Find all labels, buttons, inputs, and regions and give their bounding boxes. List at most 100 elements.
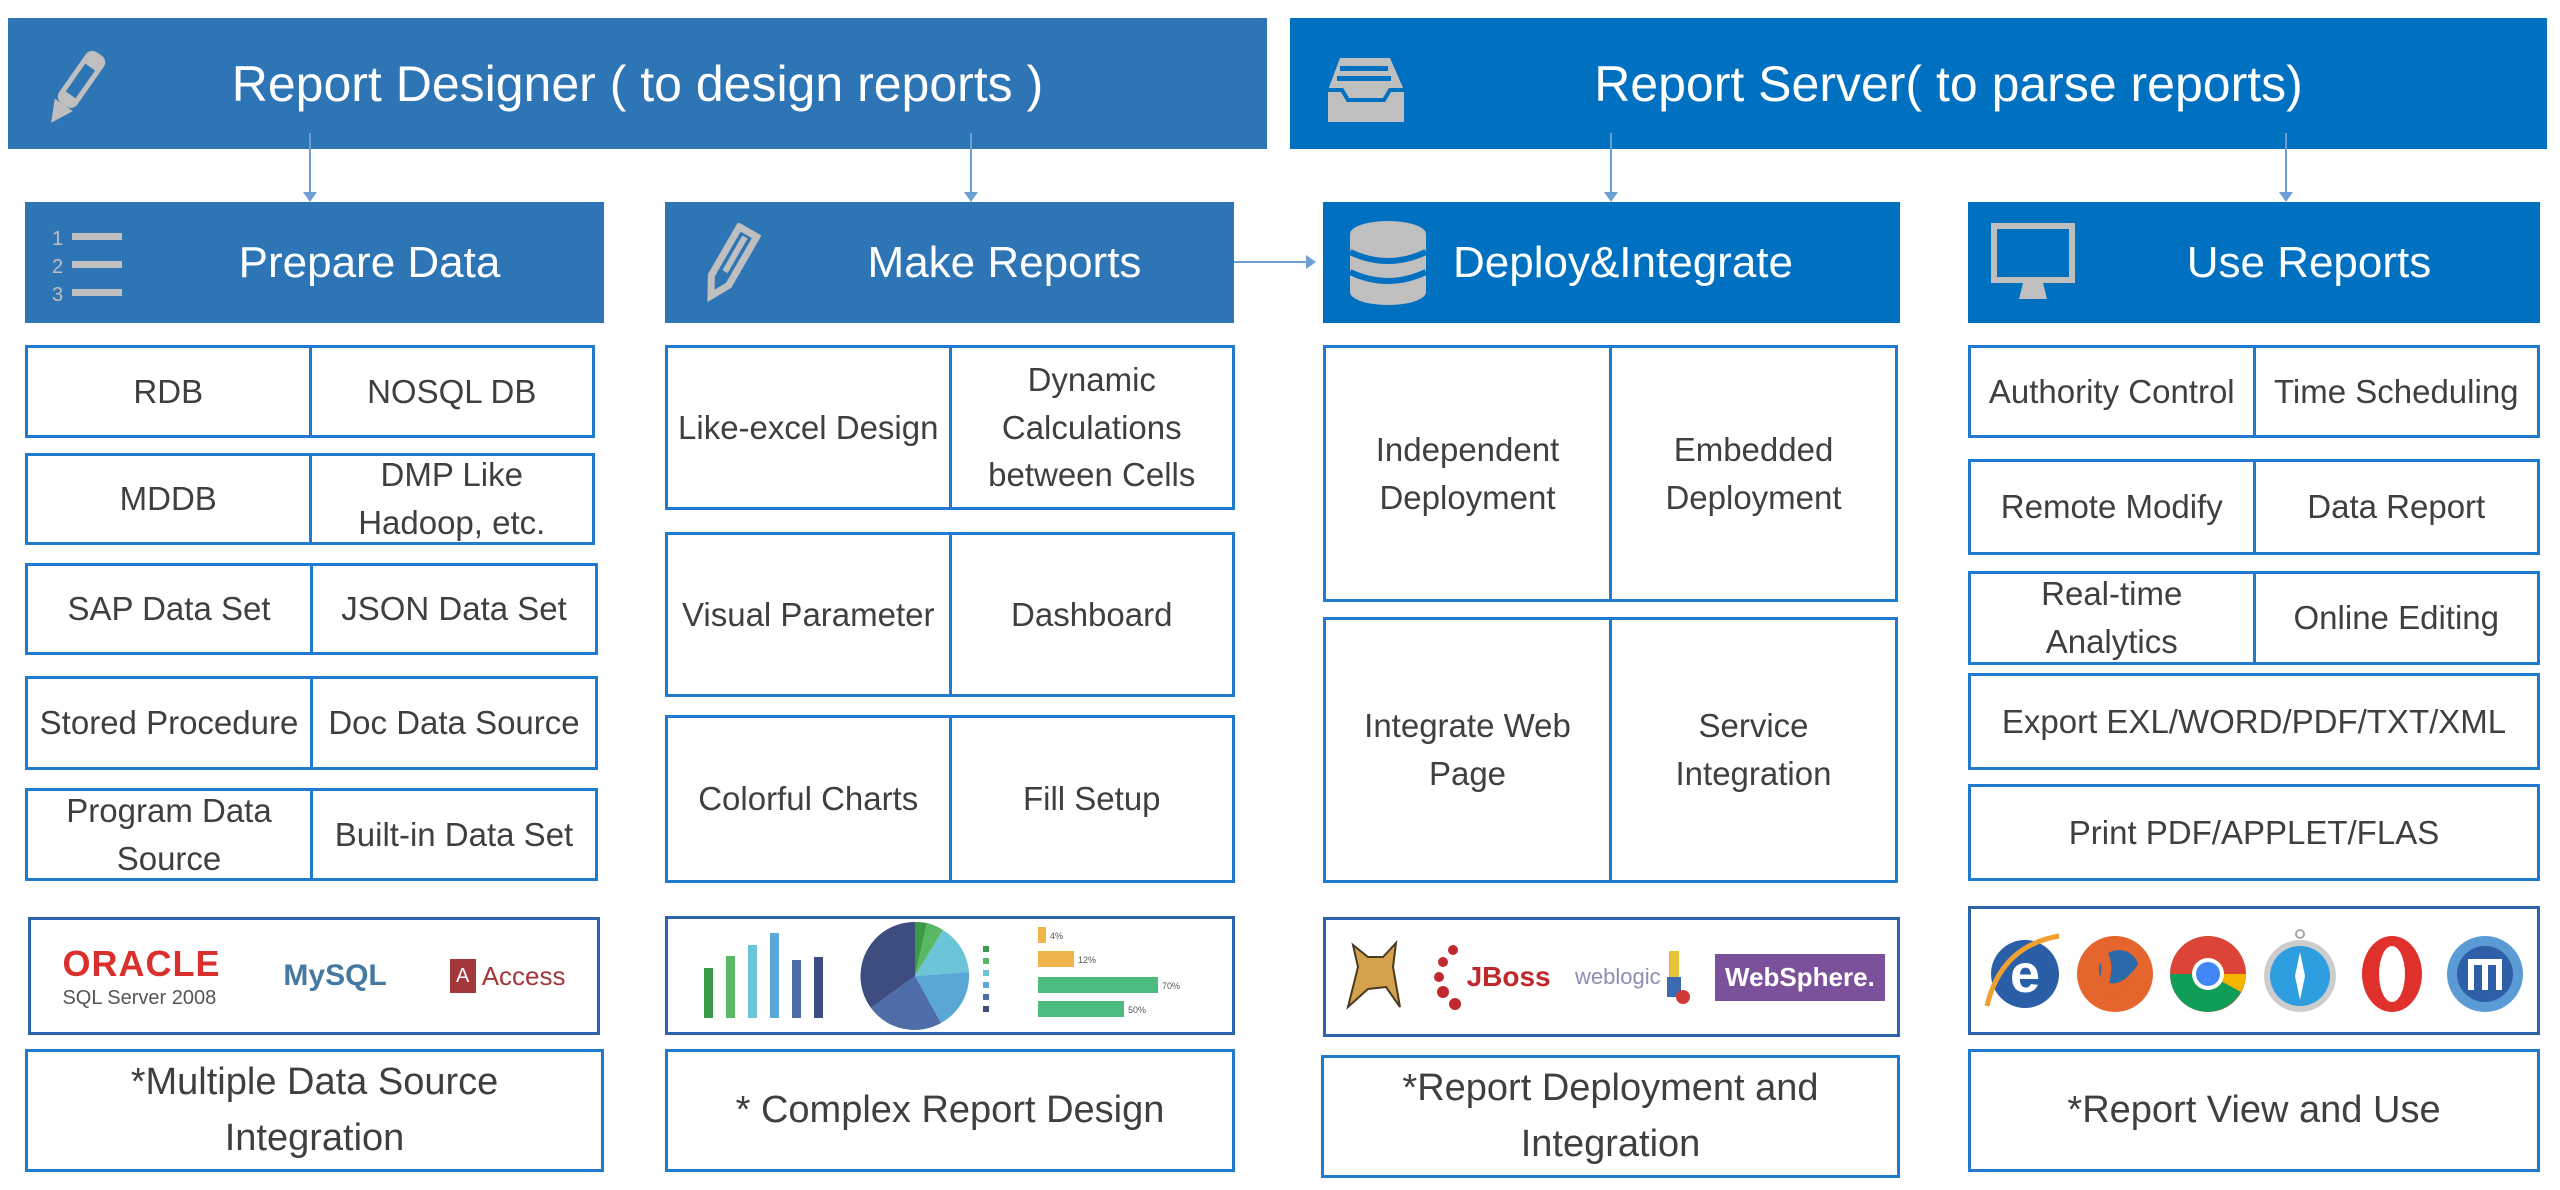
feature-cell: Integrate Web Page [1364,707,1571,792]
weblogic-logo: weblogic [1575,947,1691,1007]
thumb-hbar-label: 70% [1162,981,1180,991]
make-reports-header: Make Reports [665,202,1234,323]
feature-cell: Built-in Data Set [310,791,595,878]
feature-cell: Visual Parameter [681,595,935,633]
pencil-icon [30,42,120,132]
use-reports-header: Use Reports [1968,202,2540,323]
feature-cell: Like-excel Design [678,408,939,446]
thumb-bar [748,945,757,1018]
feature-row: Integrate Web Page Service Integration [1323,617,1898,883]
feature-cell: Dashboard [948,535,1233,694]
feature-cell: Time Scheduling [2252,348,2538,435]
svg-text:1: 1 [52,228,63,250]
deploy-integrate-caption: *Report Deployment and Integration [1321,1055,1900,1178]
jboss-logo: JBoss [1433,942,1551,1012]
prepare-data-header: 1 2 3 Prepare Data [25,202,604,323]
thumb-hbar [1038,976,1158,993]
feature-row: Program Data Source Built-in Data Set [25,788,598,881]
charts-thumbnail-panel: 4% 12% 70% 50% [665,916,1235,1035]
opera-icon [2362,935,2423,1012]
svg-text:3: 3 [52,284,63,303]
maxthon-icon [2446,935,2523,1012]
feature-row: SAP Data Set JSON Data Set [25,563,598,655]
app-server-logos-panel: JBoss weblogic WebSphere. [1323,917,1900,1037]
safari-icon [2264,928,2337,1012]
feature-cell: Export EXL/WORD/PDF/TXT/XML [2001,702,2507,740]
feature-cell: Doc Data Source [310,679,595,767]
arrow-head [2279,192,2293,202]
feature-cell: Print PDF/APPLET/FLAS [2068,813,2440,851]
feature-cell: Independent Deployment [1375,430,1560,516]
feature-row: Authority Control Time Scheduling [1968,345,2540,438]
feature-row: RDB NOSQL DB [25,345,595,438]
feature-cell: Colorful Charts [698,780,919,818]
connector-line [309,133,311,195]
browser-logos-panel: e [1968,906,2540,1035]
svg-text:2: 2 [52,256,63,278]
make-reports-caption: * Complex Report Design [665,1049,1235,1172]
feature-cell: Service Integration [1609,620,1895,880]
feature-cell: NOSQL DB [308,348,593,435]
feature-row: Independent Deployment Embedded Deployme… [1323,345,1898,602]
make-reports-title: Make Reports [867,237,1142,287]
feature-cell: Remote Modify [2000,488,2223,526]
use-reports-caption: *Report View and Use [1968,1049,2540,1172]
thumb-hbar [1038,1000,1124,1017]
feature-cell: Fill Setup [948,718,1233,880]
arrow-head [1604,192,1618,202]
arrow-head [1306,255,1316,269]
report-server-title: Report Server( to parse reports) [1594,55,2303,112]
feature-row: Stored Procedure Doc Data Source [25,676,598,770]
database-icon [1343,218,1433,308]
arrow-head [964,192,978,202]
deploy-integrate-title: Deploy&Integrate [1453,237,1793,287]
feature-row: Print PDF/APPLET/FLAS [1968,784,2540,881]
feature-cell: SAP Data Set [67,590,271,628]
pie-chart-thumbnail [860,921,989,1030]
feature-row: Export EXL/WORD/PDF/TXT/XML [1968,673,2540,770]
horizontal-bar-thumbnail: 4% 12% 70% 50% [1038,926,1180,1017]
thumb-hbar-label: 12% [1078,955,1096,965]
tomcat-logo [1338,937,1408,1017]
deploy-integrate-header: Deploy&Integrate [1323,202,1900,323]
feature-cell: DMP Like Hadoop, etc. [308,456,593,542]
oracle-sqlserver-logo-group: ORACLE SQL Server 2008 [62,943,220,1010]
inbox-tray-icon [1320,54,1410,124]
access-icon: A [449,959,476,993]
feature-row: Remote Modify Data Report [1968,459,2540,555]
internet-explorer-icon: e [1984,933,2060,1008]
feature-cell: Real-time Analytics [2041,575,2183,660]
websphere-logo: WebSphere. [1715,953,1885,1001]
report-designer-banner: Report Designer ( to design reports ) [8,18,1267,149]
pen-edit-icon [685,218,775,308]
feature-cell: Authority Control [1988,372,2235,410]
database-logos-panel: ORACLE SQL Server 2008 MySQL A Access [28,917,600,1035]
feature-row: Real-time Analytics Online Editing [1968,571,2540,665]
feature-cell: Program Data Source [66,791,272,877]
feature-cell: JSON Data Set [310,566,595,652]
report-server-banner: Report Server( to parse reports) [1290,18,2547,149]
thumb-hbar-label: 4% [1050,931,1063,941]
chrome-icon [2169,935,2246,1012]
thumb-hbar-label: 50% [1128,1005,1146,1015]
numbered-list-icon: 1 2 3 [45,218,135,308]
connector-line [1610,133,1612,195]
thumb-hbar [1038,926,1046,943]
feature-row: Visual Parameter Dashboard [665,532,1235,697]
feature-row: Colorful Charts Fill Setup [665,715,1235,883]
feature-row: Like-excel Design Dynamic Calculations b… [665,345,1235,510]
use-reports-title: Use Reports [2186,237,2432,287]
feature-cell: Data Report [2252,462,2538,552]
prepare-data-caption: *Multiple Data Source Integration [25,1049,604,1172]
firefox-icon [2077,935,2154,1012]
thumb-hbar [1038,950,1074,967]
bar-chart-thumbnail [704,933,823,1018]
feature-cell: Dynamic Calculations between Cells [948,348,1233,507]
thumb-bar [814,957,823,1018]
thumb-bar [770,933,779,1018]
oracle-logo: ORACLE [62,942,221,984]
access-logo: A Access [449,959,566,993]
feature-cell: RDB [133,372,204,410]
arrow-head [303,192,317,202]
sql-server-logo: SQL Server 2008 [62,986,217,1009]
